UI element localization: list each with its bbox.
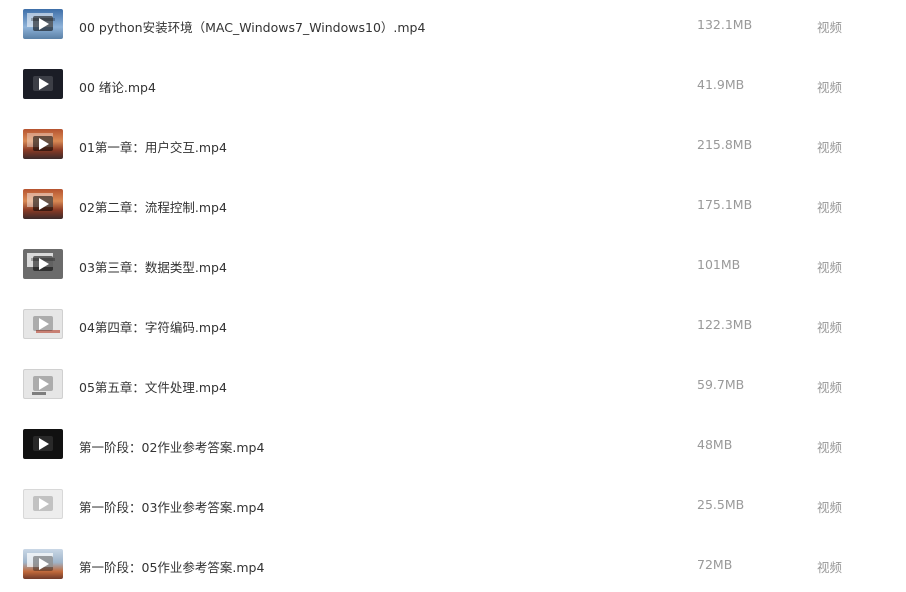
file-type: 视频 — [817, 500, 843, 515]
file-name[interactable]: 04第四章：字符编码.mp4 — [79, 317, 227, 336]
file-name[interactable]: 第一阶段：03作业参考答案.mp4 — [79, 497, 264, 516]
file-row[interactable]: 00 python安装环境（MAC_Windows7_Windows10）.mp… — [0, 9, 906, 69]
video-thumbnail[interactable] — [23, 249, 63, 279]
file-row[interactable]: 04第四章：字符编码.mp4 122.3MB 视频 — [0, 309, 906, 369]
play-icon — [39, 138, 49, 150]
file-size: 122.3MB — [697, 317, 753, 332]
file-size: 41.9MB — [697, 77, 745, 92]
file-size: 175.1MB — [697, 197, 753, 212]
play-icon — [39, 258, 49, 270]
file-name[interactable]: 第一阶段：02作业参考答案.mp4 — [79, 437, 264, 456]
video-thumbnail[interactable] — [23, 129, 63, 159]
video-thumbnail[interactable] — [23, 9, 63, 39]
file-type: 视频 — [817, 140, 843, 155]
file-size: 72MB — [697, 557, 733, 572]
file-size: 25.5MB — [697, 497, 745, 512]
play-icon — [39, 558, 49, 570]
file-type: 视频 — [817, 560, 843, 575]
file-type: 视频 — [817, 320, 843, 335]
video-thumbnail[interactable] — [23, 309, 63, 339]
play-icon — [39, 378, 49, 390]
file-row[interactable]: 00 绪论.mp4 41.9MB 视频 — [0, 69, 906, 129]
file-row[interactable]: 第一阶段：02作业参考答案.mp4 48MB 视频 — [0, 429, 906, 489]
play-icon — [39, 198, 49, 210]
file-size: 215.8MB — [697, 137, 753, 152]
file-row[interactable]: 02第二章：流程控制.mp4 175.1MB 视频 — [0, 189, 906, 249]
file-name[interactable]: 05第五章：文件处理.mp4 — [79, 377, 227, 396]
video-thumbnail[interactable] — [23, 369, 63, 399]
file-type: 视频 — [817, 440, 843, 455]
file-name[interactable]: 02第二章：流程控制.mp4 — [79, 197, 227, 216]
file-name[interactable]: 第一阶段：05作业参考答案.mp4 — [79, 557, 264, 576]
video-thumbnail[interactable] — [23, 549, 63, 579]
video-thumbnail[interactable] — [23, 69, 63, 99]
play-icon — [39, 78, 49, 90]
play-icon — [39, 438, 49, 450]
file-size: 48MB — [697, 437, 733, 452]
file-name[interactable]: 03第三章：数据类型.mp4 — [79, 257, 227, 276]
file-size: 101MB — [697, 257, 741, 272]
file-row[interactable]: 第一阶段：03作业参考答案.mp4 25.5MB 视频 — [0, 489, 906, 549]
file-size: 132.1MB — [697, 17, 753, 32]
file-list: 00 python安装环境（MAC_Windows7_Windows10）.mp… — [0, 0, 906, 592]
play-icon — [39, 318, 49, 330]
play-icon — [39, 498, 49, 510]
file-row[interactable]: 03第三章：数据类型.mp4 101MB 视频 — [0, 249, 906, 309]
file-type: 视频 — [817, 260, 843, 275]
play-icon — [39, 18, 49, 30]
file-type: 视频 — [817, 20, 843, 35]
file-name[interactable]: 01第一章：用户交互.mp4 — [79, 137, 227, 156]
file-name[interactable]: 00 绪论.mp4 — [79, 77, 156, 96]
file-type: 视频 — [817, 380, 843, 395]
video-thumbnail[interactable] — [23, 489, 63, 519]
file-row[interactable]: 第一阶段：05作业参考答案.mp4 72MB 视频 — [0, 549, 906, 592]
video-thumbnail[interactable] — [23, 189, 63, 219]
file-size: 59.7MB — [697, 377, 745, 392]
file-type: 视频 — [817, 200, 843, 215]
file-row[interactable]: 05第五章：文件处理.mp4 59.7MB 视频 — [0, 369, 906, 429]
file-row[interactable]: 01第一章：用户交互.mp4 215.8MB 视频 — [0, 129, 906, 189]
file-name[interactable]: 00 python安装环境（MAC_Windows7_Windows10）.mp… — [79, 17, 425, 36]
file-type: 视频 — [817, 80, 843, 95]
video-thumbnail[interactable] — [23, 429, 63, 459]
